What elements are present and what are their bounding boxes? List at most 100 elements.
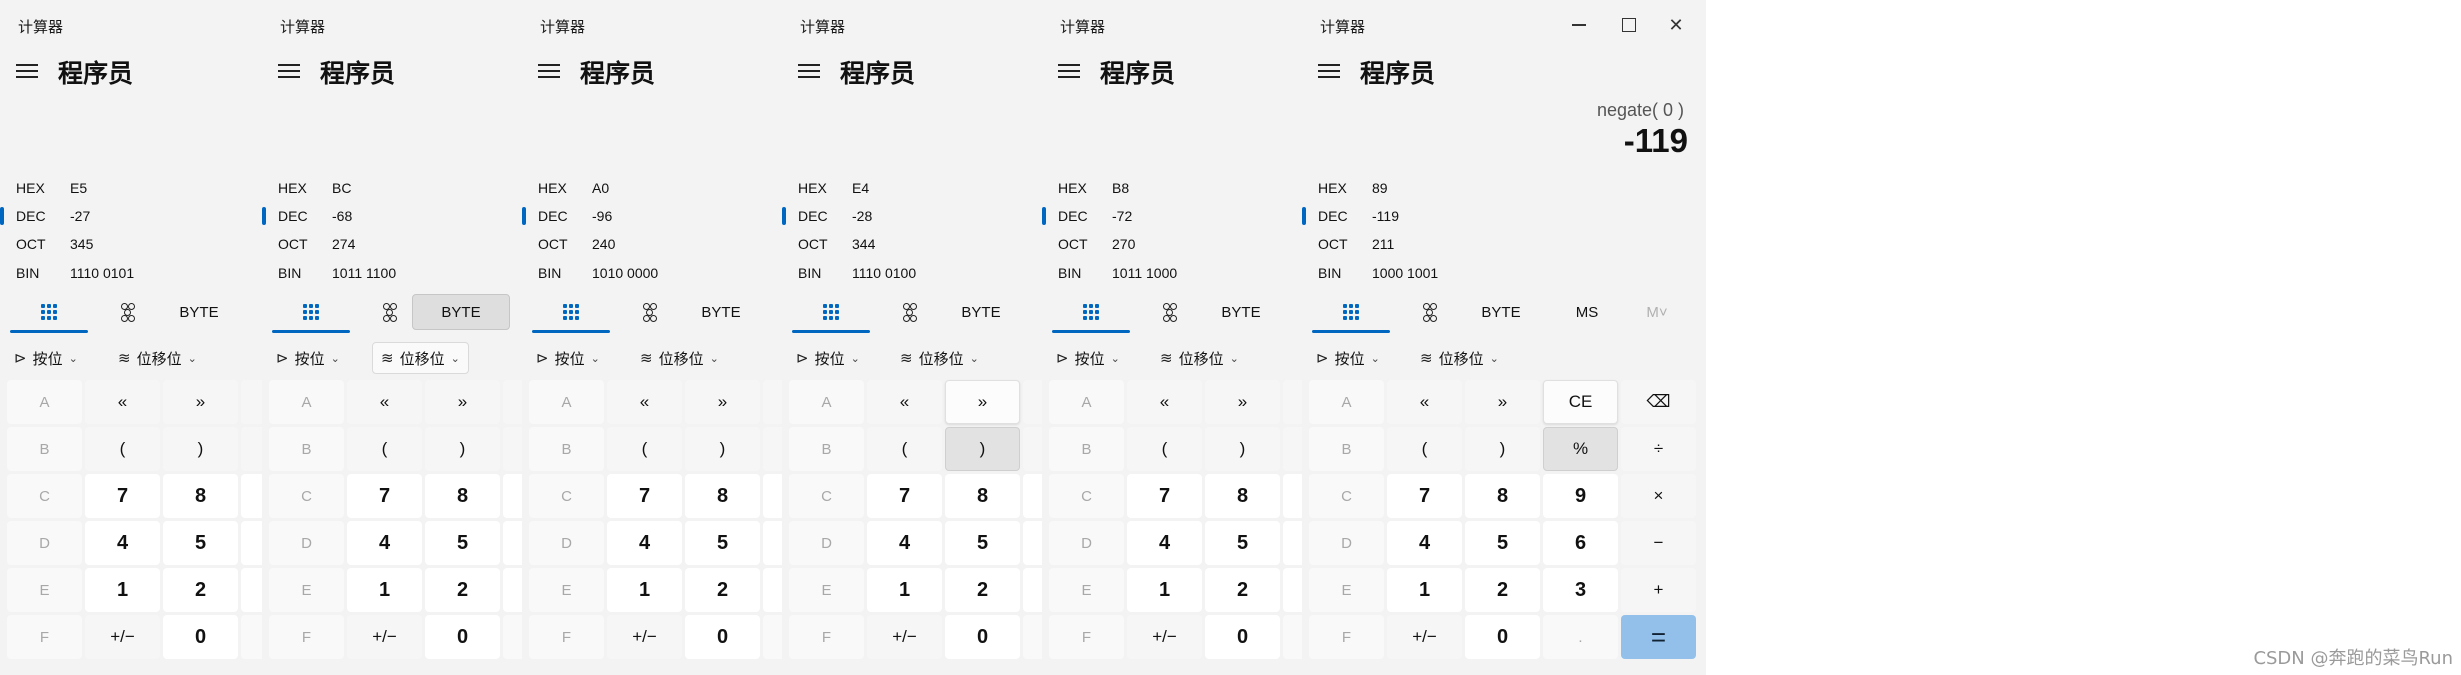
hex-b-key[interactable]: B (1309, 427, 1384, 471)
hex-a-key[interactable]: A (789, 380, 864, 424)
hex-e-key[interactable]: E (529, 568, 604, 612)
left-shift-key[interactable]: « (867, 380, 942, 424)
negate-key[interactable]: +/− (347, 615, 422, 659)
bitwise-dropdown[interactable]: ⊳ 按位 ⌄ (268, 342, 348, 374)
digit-3-key[interactable]: 3 (1543, 568, 1618, 612)
digit-4-key[interactable]: 4 (85, 521, 160, 565)
bit-shift-dropdown[interactable]: ≋ 位移位 ⌄ (1152, 342, 1247, 374)
digit-0-key[interactable]: 0 (685, 615, 760, 659)
hex-a-key[interactable]: A (1049, 380, 1124, 424)
navigation-menu-button[interactable] (1318, 64, 1340, 80)
word-size-button[interactable]: BYTE (1192, 294, 1290, 330)
digit-5-key[interactable]: 5 (945, 521, 1020, 565)
hex-c-key[interactable]: C (1049, 474, 1124, 518)
word-size-button[interactable]: BYTE (932, 294, 1030, 330)
digit-2-key[interactable]: 2 (425, 568, 500, 612)
word-size-button[interactable]: BYTE (1452, 294, 1550, 330)
negate-key[interactable]: +/− (867, 615, 942, 659)
hex-b-key[interactable]: B (7, 427, 82, 471)
digit-5-key[interactable]: 5 (685, 521, 760, 565)
left-shift-key[interactable]: « (1127, 380, 1202, 424)
negate-key[interactable]: +/− (1387, 615, 1462, 659)
subtract-key[interactable]: − (1621, 521, 1696, 565)
digit-6-key[interactable]: 6 (1543, 521, 1618, 565)
digit-4-key[interactable]: 4 (1387, 521, 1462, 565)
hex-f-key[interactable]: F (269, 615, 344, 659)
decimal-point-key[interactable]: . (1543, 615, 1618, 659)
hex-f-key[interactable]: F (1049, 615, 1124, 659)
digit-0-key[interactable]: 0 (425, 615, 500, 659)
open-paren-key[interactable]: ( (867, 427, 942, 471)
hex-f-key[interactable]: F (1309, 615, 1384, 659)
bitwise-dropdown[interactable]: ⊳ 按位 ⌄ (788, 342, 868, 374)
word-size-button[interactable]: BYTE (150, 294, 248, 330)
hex-f-key[interactable]: F (529, 615, 604, 659)
full-keypad-button[interactable] (1312, 294, 1390, 330)
digit-7-key[interactable]: 7 (607, 474, 682, 518)
radix-row-dec[interactable]: DEC -119 (1302, 202, 1706, 230)
hex-d-key[interactable]: D (789, 521, 864, 565)
digit-8-key[interactable]: 8 (945, 474, 1020, 518)
left-shift-key[interactable]: « (1387, 380, 1462, 424)
digit-0-key[interactable]: 0 (1205, 615, 1280, 659)
close-button[interactable]: ✕ (1654, 8, 1698, 42)
digit-5-key[interactable]: 5 (1465, 521, 1540, 565)
open-paren-key[interactable]: ( (85, 427, 160, 471)
close-paren-key[interactable]: ) (685, 427, 760, 471)
digit-0-key[interactable]: 0 (163, 615, 238, 659)
maximize-button[interactable] (1607, 8, 1651, 42)
digit-1-key[interactable]: 1 (85, 568, 160, 612)
digit-8-key[interactable]: 8 (1205, 474, 1280, 518)
digit-9-key[interactable]: 9 (1543, 474, 1618, 518)
left-shift-key[interactable]: « (607, 380, 682, 424)
bitwise-dropdown[interactable]: ⊳ 按位 ⌄ (528, 342, 608, 374)
bit-shift-dropdown[interactable]: ≋ 位移位 ⌄ (110, 342, 205, 374)
digit-1-key[interactable]: 1 (867, 568, 942, 612)
digit-0-key[interactable]: 0 (1465, 615, 1540, 659)
digit-8-key[interactable]: 8 (685, 474, 760, 518)
clear-entry-key[interactable]: CE (1543, 380, 1618, 424)
close-paren-key[interactable]: ) (945, 427, 1020, 471)
open-paren-key[interactable]: ( (1127, 427, 1202, 471)
backspace-key[interactable]: ⌫ (1621, 380, 1696, 424)
close-paren-key[interactable]: ) (163, 427, 238, 471)
digit-7-key[interactable]: 7 (1387, 474, 1462, 518)
right-shift-key[interactable]: » (685, 380, 760, 424)
hex-c-key[interactable]: C (269, 474, 344, 518)
word-size-button[interactable]: BYTE (672, 294, 770, 330)
hex-e-key[interactable]: E (269, 568, 344, 612)
hex-a-key[interactable]: A (1309, 380, 1384, 424)
hex-b-key[interactable]: B (1049, 427, 1124, 471)
hex-b-key[interactable]: B (789, 427, 864, 471)
hex-e-key[interactable]: E (789, 568, 864, 612)
right-shift-key[interactable]: » (163, 380, 238, 424)
full-keypad-button[interactable] (272, 294, 350, 330)
navigation-menu-button[interactable] (798, 64, 820, 80)
digit-1-key[interactable]: 1 (347, 568, 422, 612)
hex-d-key[interactable]: D (1049, 521, 1124, 565)
digit-7-key[interactable]: 7 (1127, 474, 1202, 518)
minimize-button[interactable] (1557, 8, 1601, 42)
hex-b-key[interactable]: B (529, 427, 604, 471)
memory-dropdown-button[interactable]: M˅ (1632, 294, 1682, 330)
navigation-menu-button[interactable] (16, 64, 38, 80)
negate-key[interactable]: +/− (607, 615, 682, 659)
digit-1-key[interactable]: 1 (1127, 568, 1202, 612)
full-keypad-button[interactable] (10, 294, 88, 330)
hex-e-key[interactable]: E (1049, 568, 1124, 612)
navigation-menu-button[interactable] (538, 64, 560, 80)
hex-c-key[interactable]: C (7, 474, 82, 518)
full-keypad-button[interactable] (532, 294, 610, 330)
multiply-key[interactable]: × (1621, 474, 1696, 518)
open-paren-key[interactable]: ( (607, 427, 682, 471)
digit-7-key[interactable]: 7 (347, 474, 422, 518)
digit-2-key[interactable]: 2 (1205, 568, 1280, 612)
digit-8-key[interactable]: 8 (1465, 474, 1540, 518)
bit-shift-dropdown[interactable]: ≋ 位移位 ⌄ (1412, 342, 1507, 374)
hex-a-key[interactable]: A (529, 380, 604, 424)
negate-key[interactable]: +/− (1127, 615, 1202, 659)
digit-8-key[interactable]: 8 (425, 474, 500, 518)
close-paren-key[interactable]: ) (1205, 427, 1280, 471)
hex-f-key[interactable]: F (789, 615, 864, 659)
hex-d-key[interactable]: D (269, 521, 344, 565)
